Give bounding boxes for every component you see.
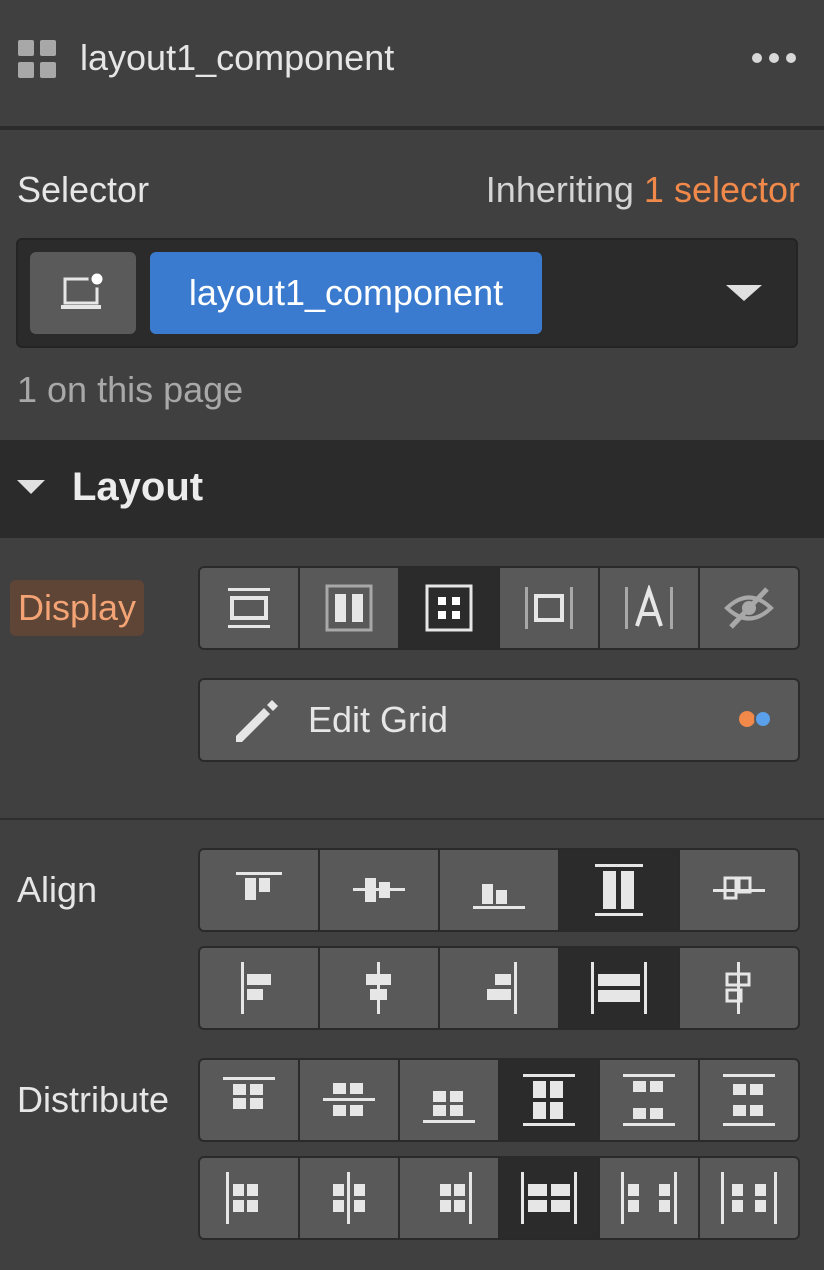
display-inline-block-icon [525, 587, 573, 629]
device-state-button[interactable] [30, 252, 136, 334]
display-label[interactable]: Display [10, 580, 145, 636]
distribute-label: Distribute [17, 1079, 170, 1120]
display-inline-block-button[interactable] [500, 568, 598, 648]
display-grid-button[interactable] [400, 568, 498, 648]
device-state-icon [61, 270, 106, 309]
distribute-between-icon [623, 1074, 675, 1126]
selector-page-count: 1 on this page [17, 369, 244, 410]
align-end-button[interactable] [440, 850, 558, 930]
align-baseline-button[interactable] [680, 850, 798, 930]
header-divider [0, 126, 824, 130]
distribute-hstretch-button[interactable] [500, 1158, 598, 1238]
layout-section-title: Layout [72, 465, 204, 509]
distribute-middle-button[interactable] [300, 1060, 398, 1140]
edit-grid-button[interactable] [198, 678, 800, 762]
selector-label: Selector [17, 169, 150, 210]
distribute-hbetween-icon [621, 1172, 677, 1224]
display-grid-icon [425, 584, 473, 632]
section-divider [0, 818, 824, 820]
distribute-stretch-icon [523, 1074, 575, 1126]
align-left-button[interactable] [200, 948, 318, 1028]
distribute-bottom-button[interactable] [400, 1060, 498, 1140]
distribute-left-button[interactable] [200, 1158, 298, 1238]
align-label: Align [17, 869, 98, 910]
align-hbaseline-icon [725, 962, 751, 1014]
align-middle-icon [353, 878, 405, 902]
align-items-group [198, 848, 800, 932]
distribute-stretch-button[interactable] [500, 1060, 598, 1140]
selector-chip[interactable]: layout1_component [150, 252, 542, 334]
align-bottom-icon [473, 884, 525, 909]
distribute-left-icon [226, 1172, 258, 1224]
align-hstretch-icon [591, 962, 647, 1014]
align-stretch-icon [595, 864, 643, 916]
align-baseline-icon [713, 876, 765, 900]
distribute-hbetween-button[interactable] [600, 1158, 698, 1238]
distribute-haround-icon [721, 1172, 777, 1224]
edit-grid-label: Edit Grid [308, 699, 449, 740]
display-flex-button[interactable] [300, 568, 398, 648]
align-hbaseline-button[interactable] [680, 948, 798, 1028]
align-right-icon [487, 962, 517, 1014]
distribute-hstretch-icon [521, 1172, 577, 1224]
display-block-button[interactable] [200, 568, 298, 648]
distribute-right-button[interactable] [400, 1158, 498, 1238]
align-center-button[interactable] [320, 850, 438, 930]
caret-down-icon[interactable] [726, 285, 762, 301]
display-button-group [198, 566, 800, 650]
distribute-middle-icon [323, 1083, 375, 1116]
inheriting-count-link[interactable]: 1 selector [644, 169, 800, 210]
align-hcenter-button[interactable] [320, 948, 438, 1028]
display-flex-icon [325, 584, 373, 632]
style-source-dots-icon [739, 710, 772, 728]
display-block-icon [228, 588, 270, 628]
distribute-between-button[interactable] [600, 1060, 698, 1140]
align-horizontal-group [198, 946, 800, 1030]
align-right-button[interactable] [440, 948, 558, 1028]
distribute-top-icon [223, 1077, 275, 1109]
distribute-haround-button[interactable] [700, 1158, 798, 1238]
align-start-button[interactable] [200, 850, 318, 930]
more-dots-icon[interactable] [752, 50, 796, 66]
pencil-icon [236, 700, 278, 742]
distribute-vertical-group [198, 1058, 800, 1142]
display-none-button[interactable] [700, 568, 798, 648]
distribute-around-icon [723, 1074, 775, 1126]
distribute-around-button[interactable] [700, 1060, 798, 1140]
align-stretch-button[interactable] [560, 850, 678, 930]
inheriting-info: Inheriting 1 selector [486, 168, 800, 212]
distribute-top-button[interactable] [200, 1060, 298, 1140]
distribute-hcenter-button[interactable] [300, 1158, 398, 1238]
align-hcenter-icon [366, 962, 391, 1014]
distribute-bottom-icon [423, 1091, 475, 1123]
distribute-horizontal-group [198, 1156, 800, 1240]
display-inline-button[interactable] [600, 568, 698, 648]
eye-slash-icon [724, 587, 774, 629]
distribute-right-icon [440, 1172, 472, 1224]
align-top-icon [236, 872, 282, 900]
element-title: layout1_component [80, 37, 395, 78]
component-grid-icon [18, 40, 56, 78]
align-left-icon [241, 962, 271, 1014]
align-hstretch-button[interactable] [560, 948, 678, 1028]
inheriting-prefix: Inheriting [485, 169, 634, 210]
display-inline-icon [625, 585, 673, 629]
section-collapse-icon[interactable] [17, 480, 45, 494]
distribute-hcenter-icon [333, 1172, 365, 1224]
